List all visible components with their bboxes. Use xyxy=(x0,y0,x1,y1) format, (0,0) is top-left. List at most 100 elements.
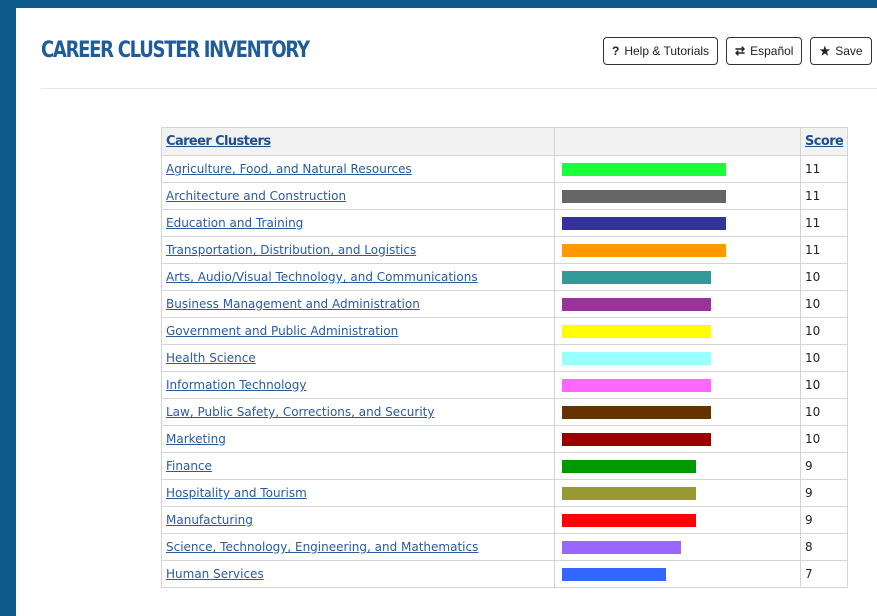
col-header-score: Score xyxy=(799,127,849,156)
score-bar xyxy=(562,378,711,392)
save-button[interactable]: ★ Save xyxy=(810,37,872,65)
score-bar-cell xyxy=(554,425,801,453)
table-row: Marketing 10 xyxy=(161,425,849,453)
table-row: Arts, Audio/Visual Technology, and Commu… xyxy=(161,263,849,291)
score-value: 10 xyxy=(799,344,849,372)
col-header-clusters: Career Clusters xyxy=(161,127,555,156)
score-bar-cell xyxy=(554,533,801,561)
score-value: 10 xyxy=(799,290,849,318)
cluster-link[interactable]: Manufacturing xyxy=(166,513,253,527)
help-tutorials-button[interactable]: ? Help & Tutorials xyxy=(603,37,719,65)
score-value: 10 xyxy=(799,263,849,291)
score-bar-cell xyxy=(554,371,801,399)
cluster-name-cell: Finance xyxy=(161,452,555,480)
cluster-name-cell: Architecture and Construction xyxy=(161,182,555,210)
page-title: CAREER CLUSTER INVENTORY xyxy=(41,38,310,63)
score-bar-cell xyxy=(554,317,801,345)
score-value: 11 xyxy=(799,236,849,264)
help-tutorials-label: Help & Tutorials xyxy=(624,44,710,58)
cluster-name-cell: Hospitality and Tourism xyxy=(161,479,555,507)
score-bar xyxy=(562,567,666,581)
score-bar-cell xyxy=(554,479,801,507)
score-value: 7 xyxy=(799,560,849,588)
cluster-link[interactable]: Arts, Audio/Visual Technology, and Commu… xyxy=(166,270,478,284)
score-bar xyxy=(562,216,726,230)
score-value: 10 xyxy=(799,371,849,399)
table-row: Law, Public Safety, Corrections, and Sec… xyxy=(161,398,849,426)
espanol-label: Español xyxy=(750,44,794,58)
cluster-name-cell: Science, Technology, Engineering, and Ma… xyxy=(161,533,555,561)
cluster-name-cell: Marketing xyxy=(161,425,555,453)
cluster-name-cell: Education and Training xyxy=(161,209,555,237)
score-bar-cell xyxy=(554,182,801,210)
score-value: 9 xyxy=(799,479,849,507)
col-header-bar xyxy=(554,127,801,156)
cluster-link[interactable]: Education and Training xyxy=(166,216,303,230)
table-row: Human Services 7 xyxy=(161,560,849,588)
score-bar xyxy=(562,486,696,500)
table-row: Business Management and Administration 10 xyxy=(161,290,849,318)
table-row: Education and Training 11 xyxy=(161,209,849,237)
score-value: 11 xyxy=(799,209,849,237)
score-value: 9 xyxy=(799,452,849,480)
star-icon: ★ xyxy=(819,44,831,58)
table-row: Science, Technology, Engineering, and Ma… xyxy=(161,533,849,561)
cluster-link[interactable]: Finance xyxy=(166,459,212,473)
cluster-link[interactable]: Human Services xyxy=(166,567,264,581)
cluster-link[interactable]: Science, Technology, Engineering, and Ma… xyxy=(166,540,478,554)
espanol-button[interactable]: ⇄ Español xyxy=(726,37,803,65)
score-bar xyxy=(562,459,696,473)
table-row: Government and Public Administration 10 xyxy=(161,317,849,345)
cluster-name-cell: Transportation, Distribution, and Logist… xyxy=(161,236,555,264)
cluster-link[interactable]: Hospitality and Tourism xyxy=(166,486,307,500)
cluster-name-cell: Government and Public Administration xyxy=(161,317,555,345)
score-value: 11 xyxy=(799,182,849,210)
table-row: Agriculture, Food, and Natural Resources… xyxy=(161,155,849,183)
score-bar xyxy=(562,513,696,527)
table-header-row: Career Clusters Score xyxy=(161,127,849,156)
cluster-name-cell: Manufacturing xyxy=(161,506,555,534)
table-row: Hospitality and Tourism 9 xyxy=(161,479,849,507)
score-value: 10 xyxy=(799,398,849,426)
table-row: Transportation, Distribution, and Logist… xyxy=(161,236,849,264)
cluster-link[interactable]: Transportation, Distribution, and Logist… xyxy=(166,243,416,257)
score-bar xyxy=(562,243,726,257)
table-body: Agriculture, Food, and Natural Resources… xyxy=(161,155,849,588)
score-bar-cell xyxy=(554,263,801,291)
score-bar-cell xyxy=(554,506,801,534)
cluster-name-cell: Agriculture, Food, and Natural Resources xyxy=(161,155,555,183)
score-bar-cell xyxy=(554,452,801,480)
sort-score-link[interactable]: Score xyxy=(805,134,844,149)
cluster-link[interactable]: Law, Public Safety, Corrections, and Sec… xyxy=(166,405,434,419)
cluster-link[interactable]: Government and Public Administration xyxy=(166,324,398,338)
help-icon: ? xyxy=(612,44,620,58)
cluster-link[interactable]: Marketing xyxy=(166,432,226,446)
save-label: Save xyxy=(835,44,863,58)
cluster-link[interactable]: Health Science xyxy=(166,351,256,365)
sort-clusters-link[interactable]: Career Clusters xyxy=(166,134,271,149)
score-bar xyxy=(562,432,711,446)
score-bar-cell xyxy=(554,155,801,183)
score-bar xyxy=(562,189,726,203)
swap-icon: ⇄ xyxy=(735,44,746,58)
cluster-link[interactable]: Business Management and Administration xyxy=(166,297,420,311)
cluster-link[interactable]: Agriculture, Food, and Natural Resources xyxy=(166,162,412,176)
cluster-link[interactable]: Information Technology xyxy=(166,378,307,392)
score-value: 10 xyxy=(799,317,849,345)
cluster-name-cell: Health Science xyxy=(161,344,555,372)
cluster-name-cell: Arts, Audio/Visual Technology, and Commu… xyxy=(161,263,555,291)
cluster-name-cell: Information Technology xyxy=(161,371,555,399)
score-value: 10 xyxy=(799,425,849,453)
score-bar-cell xyxy=(554,398,801,426)
cluster-name-cell: Business Management and Administration xyxy=(161,290,555,318)
table-row: Health Science 10 xyxy=(161,344,849,372)
score-value: 11 xyxy=(799,155,849,183)
score-bar xyxy=(562,540,681,554)
score-bar-cell xyxy=(554,236,801,264)
cluster-link[interactable]: Architecture and Construction xyxy=(166,189,346,203)
career-clusters-table: Career Clusters Score Agriculture, Food,… xyxy=(161,127,849,588)
main-panel: CAREER CLUSTER INVENTORY ? Help & Tutori… xyxy=(16,8,877,616)
score-bar-cell xyxy=(554,560,801,588)
toolbar: ? Help & Tutorials ⇄ Español ★ Save xyxy=(603,37,872,65)
score-bar xyxy=(562,351,711,365)
